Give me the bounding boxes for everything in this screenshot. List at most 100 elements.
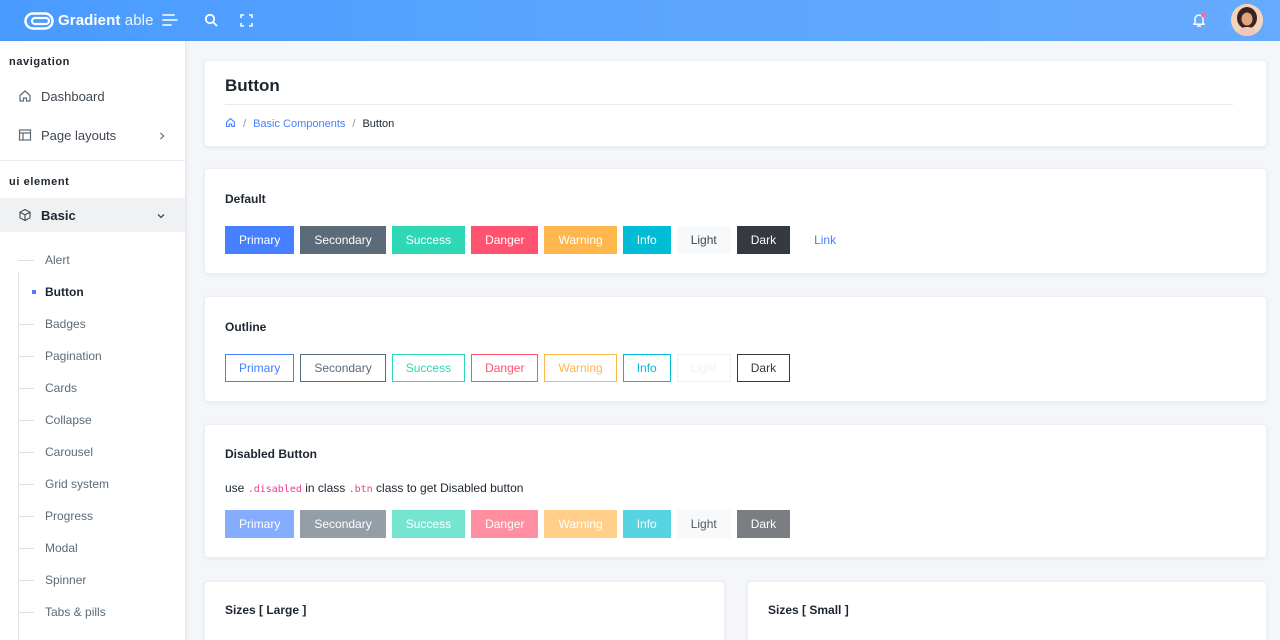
subitem-marker (18, 259, 34, 261)
primary-button[interactable]: Primary (225, 510, 295, 538)
dark-button[interactable]: Dark (736, 354, 791, 382)
disabled-buttons-card: Disabled Button use .disabled in class .… (204, 424, 1267, 558)
info-button[interactable]: Info (622, 510, 671, 538)
disabled-button-row: Primary Secondary Success Danger Warning Info… (225, 510, 796, 538)
brand-name: Gradient able (58, 12, 154, 29)
secondary-button[interactable]: Secondary (300, 510, 386, 538)
sidebar-item-label: Dashboard (41, 88, 105, 104)
home-icon (18, 89, 32, 103)
sidebar-subitem-modal[interactable]: Modal (18, 536, 178, 560)
sidebar-subitem-pagination[interactable]: Pagination (18, 344, 178, 368)
secondary-button[interactable]: Secondary (300, 226, 386, 254)
breadcrumb-link[interactable]: Basic Components (253, 118, 345, 130)
sidebar-subitem-progress[interactable]: Progress (18, 504, 178, 528)
info-button[interactable]: Info (622, 354, 671, 382)
subitem-marker (18, 579, 34, 581)
code-snippet: .btn (348, 484, 373, 495)
home-icon[interactable] (225, 117, 236, 131)
sidebar-subitem-tabs-pills[interactable]: Tabs & pills (18, 600, 178, 624)
sidebar-item-page-layouts[interactable]: Page layouts (0, 118, 185, 152)
sidebar-subitem-label: Alert (45, 253, 70, 267)
chevron-right-icon (158, 129, 166, 144)
sidebar-subitem-alert[interactable]: Alert (18, 248, 178, 272)
sidebar-subitem-carousel[interactable]: Carousel (18, 440, 178, 464)
primary-button[interactable]: Primary (225, 226, 295, 254)
sidebar-subitem-label: Grid system (45, 477, 110, 491)
avatar[interactable] (1231, 4, 1263, 36)
outline-buttons-card: Outline Primary Secondary Success Danger War… (204, 296, 1267, 402)
sidebar-subitem-cards[interactable]: Cards (18, 376, 178, 400)
danger-button[interactable]: Danger (471, 510, 539, 538)
dark-button[interactable]: Dark (736, 510, 791, 538)
light-button[interactable]: Light (676, 510, 731, 538)
warning-button[interactable]: Warning (544, 226, 617, 254)
fullscreen-icon[interactable] (236, 10, 256, 30)
sizes-large-card: Sizes [ Large ] (204, 581, 725, 640)
card-title: Sizes [ Small ] (768, 603, 849, 617)
warning-button[interactable]: Warning (544, 510, 617, 538)
sidebar-subitem-spinner[interactable]: Spinner (18, 568, 178, 592)
sidebar-subitem-label: Progress (45, 509, 94, 523)
card-title: Disabled Button (225, 447, 317, 461)
default-button-row: Primary Secondary Success Danger Warning Info… (225, 226, 856, 254)
sidebar-subitem-label: Badges (45, 317, 86, 331)
success-button[interactable]: Success (391, 226, 466, 254)
sidebar-subitem-button[interactable]: Button (18, 280, 178, 304)
subitem-marker (18, 355, 34, 357)
card-title: Sizes [ Large ] (225, 603, 307, 617)
outline-button-row: Primary Secondary Success Danger Warning Info… (225, 354, 796, 382)
sidebar-item-dashboard[interactable]: Dashboard (0, 79, 185, 113)
brand[interactable]: Gradient able (24, 11, 154, 31)
sidebar-item-label: Basic (41, 207, 76, 223)
layout-icon (18, 128, 32, 142)
secondary-button[interactable]: Secondary (300, 354, 386, 382)
breadcrumb-separator: / (352, 118, 356, 130)
sidebar-subitem-label: Spinner (45, 573, 87, 587)
light-button[interactable]: Light (676, 354, 731, 382)
card-description: use .disabled in class .btn class to get… (225, 481, 524, 495)
subitem-marker (18, 387, 34, 389)
subitem-marker (18, 289, 36, 294)
sidebar-subitem-label: Collapse (45, 413, 92, 427)
subitem-marker (18, 483, 34, 485)
breadcrumb-separator: / (243, 118, 247, 130)
subitem-marker (18, 451, 34, 453)
sidebar: navigation Dashboard Page layouts ui ele… (0, 41, 186, 640)
sidebar-divider (0, 160, 185, 161)
success-button[interactable]: Success (391, 354, 466, 382)
subitem-marker (18, 323, 34, 325)
sidebar-subitem-label: Modal (45, 541, 78, 555)
top-header: Gradient able (0, 0, 1280, 41)
info-button[interactable]: Info (622, 226, 671, 254)
success-button[interactable]: Success (391, 510, 466, 538)
subitem-marker (18, 515, 34, 517)
page-header-card: Button / Basic Components / Button (204, 60, 1267, 147)
danger-button[interactable]: Danger (471, 354, 539, 382)
sidebar-subitem-collapse[interactable]: Collapse (18, 408, 178, 432)
danger-button[interactable]: Danger (471, 226, 539, 254)
ui-caption: ui element (9, 176, 70, 188)
subitem-marker (18, 419, 34, 421)
link-button[interactable]: Link (800, 226, 850, 254)
breadcrumb: / Basic Components / Button (225, 117, 394, 131)
subitem-marker (18, 611, 34, 613)
sizes-small-card: Sizes [ Small ] (747, 581, 1267, 640)
sidebar-subitem-label: Cards (45, 381, 78, 395)
sidebar-subitem-label: Carousel (45, 445, 94, 459)
dark-button[interactable]: Dark (736, 226, 791, 254)
bell-icon[interactable] (1189, 10, 1209, 30)
logo-icon (24, 11, 54, 31)
sidebar-subitem-badges[interactable]: Badges (18, 312, 178, 336)
sidebar-item-basic[interactable]: Basic (0, 198, 185, 232)
primary-button[interactable]: Primary (225, 354, 295, 382)
warning-button[interactable]: Warning (544, 354, 617, 382)
chevron-down-icon (156, 209, 166, 224)
nav-caption: navigation (9, 56, 71, 68)
search-icon[interactable] (201, 10, 221, 30)
light-button[interactable]: Light (676, 226, 731, 254)
card-title: Default (225, 192, 266, 206)
sidebar-subitem-label: Tabs & pills (45, 605, 106, 619)
menu-icon[interactable] (160, 10, 180, 30)
card-title: Outline (225, 320, 267, 334)
sidebar-subitem-grid-system[interactable]: Grid system (18, 472, 178, 496)
